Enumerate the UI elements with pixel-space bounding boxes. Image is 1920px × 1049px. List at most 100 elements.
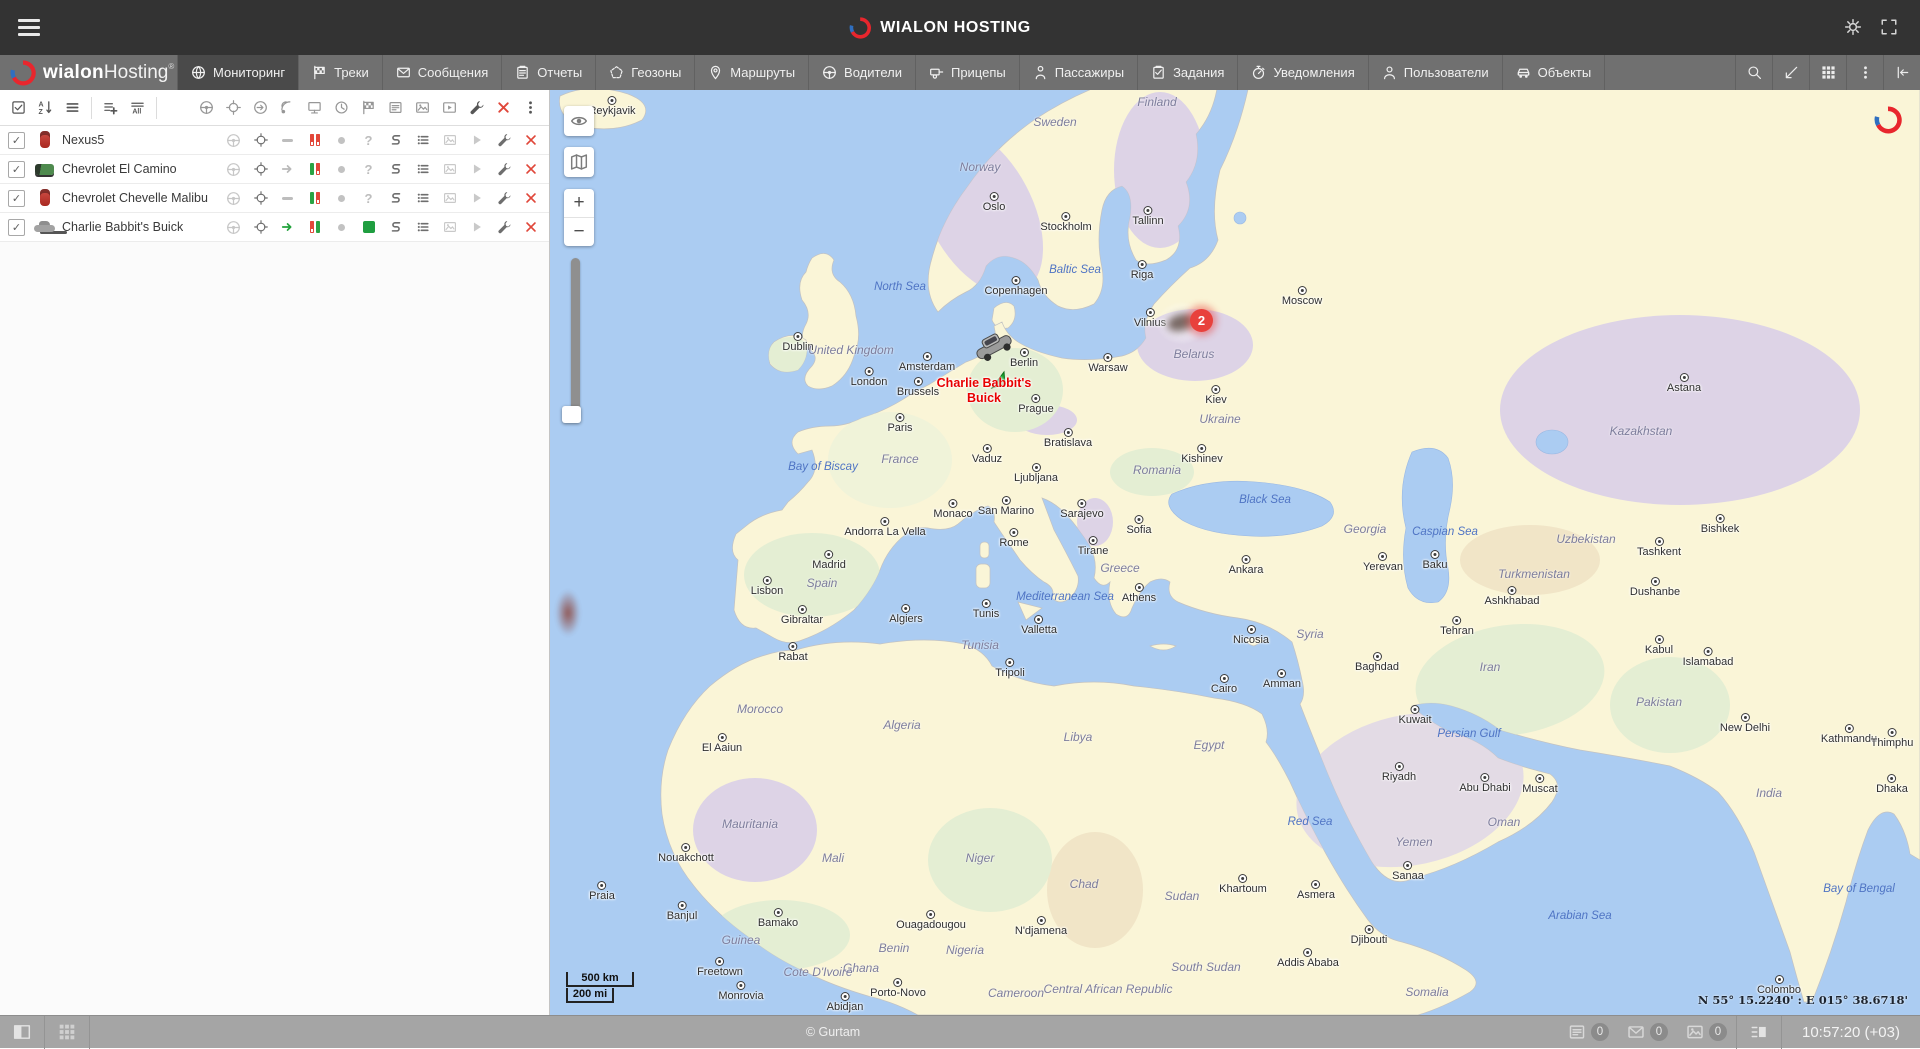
col-driver[interactable] bbox=[193, 94, 220, 122]
zoom-slider-handle[interactable] bbox=[562, 406, 581, 423]
col-connection[interactable] bbox=[301, 94, 328, 122]
unit-driver-icon[interactable] bbox=[220, 156, 247, 182]
unit-settings-wrench-icon[interactable] bbox=[490, 127, 517, 153]
col-actuality[interactable] bbox=[328, 94, 355, 122]
add-units-to-list[interactable] bbox=[97, 94, 124, 122]
settings-gear-icon[interactable] bbox=[1844, 18, 1862, 36]
select-all-checkbox[interactable] bbox=[5, 94, 32, 122]
fullscreen-icon[interactable] bbox=[1880, 18, 1898, 36]
zoom-slider-track[interactable] bbox=[571, 258, 580, 420]
unit-motion-icon[interactable] bbox=[274, 185, 301, 211]
tab-car[interactable]: Объекты bbox=[1503, 55, 1606, 90]
tab-trailer[interactable]: Прицепы bbox=[916, 55, 1020, 90]
unit-location-icon[interactable] bbox=[247, 185, 274, 211]
unit-playback-icon[interactable] bbox=[463, 214, 490, 240]
unit-properties-icon[interactable] bbox=[409, 127, 436, 153]
unit-name[interactable]: Chevrolet El Camino bbox=[62, 162, 177, 176]
unit-photo-icon[interactable] bbox=[436, 127, 463, 153]
unit-properties-icon[interactable] bbox=[409, 185, 436, 211]
col-messages[interactable] bbox=[382, 94, 409, 122]
tab-timer[interactable]: Уведомления bbox=[1238, 55, 1368, 90]
unit-data-accuracy-icon[interactable] bbox=[301, 185, 328, 211]
sort-az[interactable] bbox=[32, 94, 59, 122]
unit-connection-icon[interactable] bbox=[328, 214, 355, 240]
unit-name[interactable]: Chevrolet Chevelle Malibu bbox=[62, 191, 208, 205]
unit-properties-icon[interactable] bbox=[409, 214, 436, 240]
grid-button[interactable] bbox=[1809, 55, 1846, 90]
col-follow[interactable] bbox=[247, 94, 274, 122]
zoom-in-button[interactable]: + bbox=[564, 189, 594, 218]
unit-remove-icon[interactable] bbox=[517, 156, 544, 182]
unit-state-icon[interactable]: ? bbox=[355, 185, 382, 211]
unit-commands-icon[interactable] bbox=[382, 127, 409, 153]
unit-checkbox[interactable] bbox=[8, 190, 25, 207]
col-satellites[interactable] bbox=[274, 94, 301, 122]
unit-commands-icon[interactable] bbox=[382, 214, 409, 240]
unit-motion-icon[interactable] bbox=[274, 156, 301, 182]
bottom-panel-button[interactable] bbox=[1737, 1023, 1781, 1041]
col-video[interactable] bbox=[436, 94, 463, 122]
show-all-units[interactable] bbox=[124, 94, 151, 122]
unit-state-icon[interactable]: ? bbox=[355, 127, 382, 153]
map-visibility-eye-button[interactable] bbox=[564, 106, 594, 136]
unit-name[interactable]: Nexus5 bbox=[62, 133, 104, 147]
unit-playback-icon[interactable] bbox=[463, 127, 490, 153]
unit-driver-icon[interactable] bbox=[220, 214, 247, 240]
tab-report[interactable]: Отчеты bbox=[502, 55, 596, 90]
unit-settings-wrench-icon[interactable] bbox=[490, 214, 517, 240]
map-layers-button[interactable] bbox=[564, 147, 594, 177]
tab-mail[interactable]: Сообщения bbox=[383, 55, 503, 90]
dotsv-button[interactable] bbox=[1846, 55, 1883, 90]
unit-data-accuracy-icon[interactable] bbox=[301, 127, 328, 153]
unit-location-icon[interactable] bbox=[247, 214, 274, 240]
unit-location-icon[interactable] bbox=[247, 127, 274, 153]
unit-data-accuracy-icon[interactable] bbox=[301, 214, 328, 240]
unit-photo-icon[interactable] bbox=[436, 185, 463, 211]
unit-motion-icon[interactable] bbox=[274, 127, 301, 153]
unit-properties-icon[interactable] bbox=[409, 156, 436, 182]
zoom-out-button[interactable]: − bbox=[564, 218, 594, 246]
col-motion[interactable] bbox=[355, 94, 382, 122]
search-button[interactable] bbox=[1735, 55, 1772, 90]
unit-settings-wrench-icon[interactable] bbox=[490, 156, 517, 182]
unit-marker-icon[interactable] bbox=[970, 330, 1018, 362]
unit-remove-icon[interactable] bbox=[517, 214, 544, 240]
tab-user[interactable]: Пользователи bbox=[1369, 55, 1503, 90]
unit-motion-icon[interactable] bbox=[274, 214, 301, 240]
tab-steering[interactable]: Водители bbox=[809, 55, 916, 90]
unit-data-accuracy-icon[interactable] bbox=[301, 156, 328, 182]
unit-connection-icon[interactable] bbox=[328, 156, 355, 182]
unit-state-icon[interactable] bbox=[355, 214, 382, 240]
toggle-panel-button[interactable] bbox=[0, 1023, 44, 1041]
tab-globe[interactable]: Мониторинг bbox=[178, 55, 299, 90]
unit-settings-wrench-icon[interactable] bbox=[490, 185, 517, 211]
unit-state-icon[interactable]: ? bbox=[355, 156, 382, 182]
unit-checkbox[interactable] bbox=[8, 219, 25, 236]
tab-route[interactable]: Маршруты bbox=[695, 55, 809, 90]
col-properties[interactable] bbox=[463, 94, 490, 122]
unit-connection-icon[interactable] bbox=[328, 185, 355, 211]
apps-grid-button[interactable] bbox=[45, 1023, 89, 1041]
unit-cluster-badge[interactable]: 2 bbox=[1190, 309, 1213, 332]
unit-vehicle-icon[interactable] bbox=[33, 159, 57, 179]
unit-driver-icon[interactable] bbox=[220, 127, 247, 153]
list-view[interactable] bbox=[59, 94, 86, 122]
unit-commands-icon[interactable] bbox=[382, 156, 409, 182]
unit-remove-icon[interactable] bbox=[517, 127, 544, 153]
unit-driver-icon[interactable] bbox=[220, 185, 247, 211]
unit-vehicle-icon[interactable] bbox=[33, 217, 57, 237]
unit-map-label[interactable]: Charlie Babbit's Buick bbox=[924, 376, 1044, 406]
toolbar-menu[interactable] bbox=[517, 94, 544, 122]
col-photo[interactable] bbox=[409, 94, 436, 122]
col-location[interactable] bbox=[220, 94, 247, 122]
ruler-button[interactable] bbox=[1772, 55, 1809, 90]
unit-checkbox[interactable] bbox=[8, 161, 25, 178]
unit-location-icon[interactable] bbox=[247, 156, 274, 182]
notifications-counter[interactable]: 0 bbox=[1559, 1023, 1618, 1041]
tab-geofence[interactable]: Геозоны bbox=[596, 55, 695, 90]
unit-photo-icon[interactable] bbox=[436, 214, 463, 240]
tab-person[interactable]: Пассажиры bbox=[1020, 55, 1138, 90]
unit-commands-icon[interactable] bbox=[382, 185, 409, 211]
tab-clipboard[interactable]: Задания bbox=[1138, 55, 1238, 90]
media-counter[interactable]: 0 bbox=[1677, 1023, 1736, 1041]
